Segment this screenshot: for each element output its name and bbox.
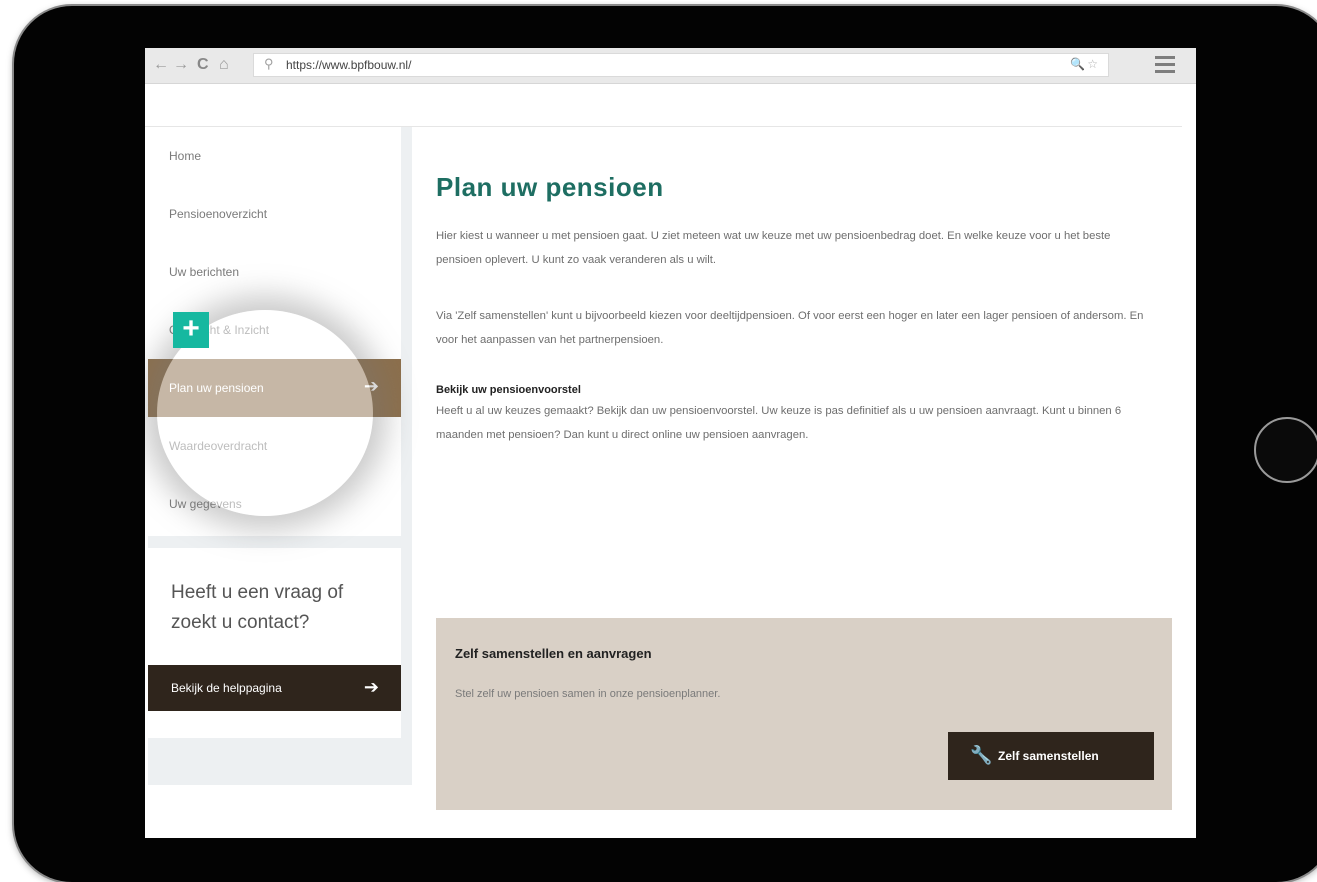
browser-toolbar: ← → C ⌂ ⚲ https://www.bpfbouw.nl/ 🔍☆ [145,48,1196,84]
help-button-label: Bekijk de helppagina [171,681,282,695]
sidebar-item-label: Home [169,149,202,163]
main-content: Plan uw pensioen Hier kiest u wanneer u … [436,127,1176,827]
sidebar-item-pensioenoverzicht[interactable]: Pensioenoverzicht [148,185,401,243]
hamburger-menu-icon[interactable] [1155,56,1175,74]
help-box: Heeft u een vraag of zoekt u contact? Be… [148,548,401,738]
url-text: https://www.bpfbouw.nl/ [286,58,412,72]
sidebar-item-berichten[interactable]: Uw berichten [148,243,401,301]
address-bar[interactable]: ⚲ https://www.bpfbouw.nl/ 🔍☆ [253,53,1109,77]
help-question: Heeft u een vraag of zoekt u contact? [171,582,344,633]
home-icon[interactable]: ⌂ [219,55,229,75]
plus-icon[interactable]: + [173,312,209,348]
button-label: Zelf samenstellen [998,749,1099,763]
sidebar-item-home[interactable]: Home [148,127,401,185]
panel-description: Stel zelf uw pensioen samen in onze pens… [455,688,721,700]
zelf-samenstellen-panel: Zelf samenstellen en aanvragen Stel zelf… [436,618,1172,810]
bookmark-icon[interactable]: 🔍☆ [1070,57,1100,71]
reload-icon[interactable]: C [197,55,209,75]
panel-title: Zelf samenstellen en aanvragen [455,646,652,661]
arrow-right-icon: ➔ [363,677,379,697]
search-icon: ⚲ [264,56,274,71]
info-paragraph: Via 'Zelf samenstellen' kunt u bijvoorbe… [436,310,1144,346]
page-title: Plan uw pensioen [436,172,664,202]
help-page-button[interactable]: Bekijk de helppagina ➔ [148,665,401,711]
zelf-samenstellen-button[interactable]: 🔧 Zelf samenstellen [948,732,1154,780]
intro-paragraph: Hier kiest u wanneer u met pensioen gaat… [436,230,1111,266]
sidebar-item-label: Pensioenoverzicht [169,207,268,221]
forward-icon[interactable]: → [173,55,189,75]
back-icon[interactable]: ← [153,55,169,75]
section-subtitle: Bekijk uw pensioenvoorstel [436,384,581,396]
sidebar-item-label: Uw berichten [169,265,240,279]
tablet-home-button[interactable] [1254,417,1317,483]
browser-screen: ← → C ⌂ ⚲ https://www.bpfbouw.nl/ 🔍☆ Hom… [145,48,1196,838]
proposal-paragraph: Heeft u al uw keuzes gemaakt? Bekijk dan… [436,405,1122,441]
wrench-icon: 🔧 [970,745,993,765]
